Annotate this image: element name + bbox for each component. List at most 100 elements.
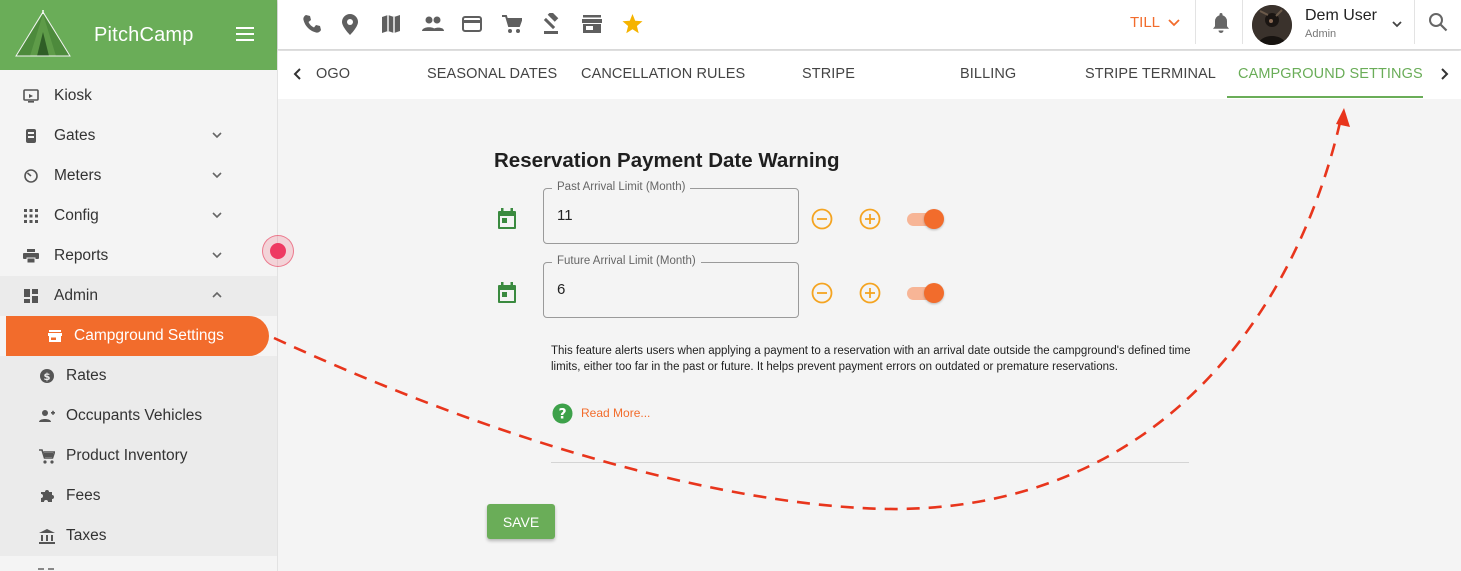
- tab-campground-settings[interactable]: CAMPGROUND SETTINGS: [1238, 66, 1423, 82]
- user-name[interactable]: Dem User: [1305, 7, 1377, 25]
- sidebar-item-admin[interactable]: Admin: [0, 276, 277, 316]
- sidebar-item-label: Admin: [54, 287, 98, 304]
- sidebar-item-label: Occupants Vehicles: [66, 407, 203, 424]
- sidebar-item-campground-settings[interactable]: Campground Settings: [6, 316, 269, 356]
- sidebar-item-label: Campground Settings: [74, 327, 224, 344]
- meters-icon: [22, 167, 40, 185]
- app-name: PitchCamp: [94, 23, 194, 46]
- map-icon[interactable]: [382, 12, 422, 36]
- toggle-knob: [924, 283, 944, 303]
- phone-icon[interactable]: [302, 12, 342, 36]
- increment-future-button[interactable]: [859, 282, 881, 304]
- increment-past-button[interactable]: [859, 208, 881, 230]
- divider: [1242, 0, 1243, 44]
- gavel-icon[interactable]: [542, 12, 582, 36]
- sidebar-nav: Kiosk Gates Meters Config Reports Admin …: [0, 76, 277, 556]
- star-icon[interactable]: [622, 12, 662, 36]
- store-icon: [46, 327, 64, 345]
- till-selector[interactable]: TILL: [1130, 14, 1180, 31]
- chevron-down-icon: [212, 212, 222, 219]
- sidebar-item-fees[interactable]: Fees: [0, 476, 277, 516]
- feature-description: This feature alerts users when applying …: [551, 345, 1191, 373]
- svg-text:$: $: [44, 372, 51, 383]
- sidebar-item-rates[interactable]: $ Rates: [0, 356, 277, 396]
- past-arrival-limit-input[interactable]: [557, 207, 777, 224]
- sidebar-item-kiosk[interactable]: Kiosk: [0, 76, 277, 116]
- svg-text:?: ?: [558, 407, 566, 423]
- sidebar-item-gates[interactable]: Gates: [0, 116, 277, 156]
- people-icon[interactable]: [422, 12, 462, 36]
- chevron-down-icon: [212, 252, 222, 259]
- chevron-right-icon[interactable]: [1436, 66, 1452, 82]
- sidebar-item-product-inventory[interactable]: Product Inventory: [0, 436, 277, 476]
- chevron-down-icon: [1168, 18, 1180, 26]
- search-icon[interactable]: [1428, 12, 1448, 32]
- tab-billing[interactable]: BILLING: [960, 66, 1016, 82]
- user-role: Admin: [1305, 28, 1337, 40]
- divider: [551, 462, 1189, 463]
- avatar[interactable]: [1252, 5, 1292, 45]
- save-button[interactable]: SAVE: [487, 504, 555, 539]
- dollar-icon: $: [38, 367, 56, 385]
- future-arrival-limit-field: Future Arrival Limit (Month): [543, 255, 799, 318]
- calendar-icon: [498, 282, 516, 303]
- store-icon[interactable]: [582, 12, 622, 36]
- sidebar-item-label: Meters: [54, 167, 102, 184]
- dashboard-icon: [22, 287, 40, 305]
- read-more-link[interactable]: Read More...: [581, 406, 650, 420]
- sidebar-item-reports[interactable]: Reports: [0, 236, 277, 276]
- more-items-indicator: [38, 568, 54, 570]
- divider: [1414, 0, 1415, 44]
- past-arrival-limit-label: Past Arrival Limit (Month): [552, 181, 691, 193]
- tab-stripe-terminal[interactable]: STRIPE TERMINAL: [1085, 66, 1216, 82]
- sidebar-item-label: Config: [54, 207, 99, 224]
- cart-icon[interactable]: [502, 12, 542, 36]
- chevron-down-icon: [212, 132, 222, 139]
- tab-logo[interactable]: OGO: [316, 66, 350, 82]
- sidebar-item-config[interactable]: Config: [0, 196, 277, 236]
- add-person-icon: [38, 407, 56, 425]
- location-pin-icon[interactable]: [342, 12, 382, 36]
- notification-bell-icon[interactable]: [1211, 12, 1231, 34]
- toggle-knob: [924, 209, 944, 229]
- decrement-past-button[interactable]: [811, 208, 833, 230]
- past-arrival-limit-field: Past Arrival Limit (Month): [543, 181, 799, 244]
- future-limit-toggle[interactable]: [907, 282, 947, 304]
- tab-cancellation-rules[interactable]: CANCELLATION RULES: [581, 66, 745, 82]
- help-icon[interactable]: ?: [552, 403, 573, 424]
- sidebar-item-meters[interactable]: Meters: [0, 156, 277, 196]
- kiosk-icon: [22, 87, 40, 105]
- settings-tabs: OGO SEASONAL DATES CANCELLATION RULES ST…: [278, 51, 1461, 99]
- tent-logo-icon[interactable]: [12, 10, 74, 60]
- gates-icon: [22, 127, 40, 145]
- decrement-future-button[interactable]: [811, 282, 833, 304]
- tab-seasonal-dates[interactable]: SEASONAL DATES: [427, 66, 557, 82]
- puzzle-icon: [38, 487, 56, 505]
- calendar-icon: [498, 208, 516, 229]
- printer-icon: [22, 247, 40, 265]
- chevron-down-icon[interactable]: [1390, 17, 1404, 31]
- active-tab-indicator: [1227, 96, 1423, 98]
- section-title: Reservation Payment Date Warning: [494, 149, 840, 172]
- sidebar-item-occupants-vehicles[interactable]: Occupants Vehicles: [0, 396, 277, 436]
- credit-card-icon[interactable]: [462, 12, 502, 36]
- chevron-up-icon: [212, 291, 222, 298]
- hamburger-menu-icon[interactable]: [234, 23, 256, 45]
- click-marker-dot: [270, 243, 286, 259]
- chevron-left-icon[interactable]: [290, 66, 306, 82]
- sidebar-item-label: Gates: [54, 127, 96, 144]
- sidebar-item-taxes[interactable]: Taxes: [0, 516, 277, 556]
- sidebar-item-label: Kiosk: [54, 87, 92, 104]
- sidebar-item-label: Fees: [66, 487, 101, 504]
- sidebar-item-label: Reports: [54, 247, 109, 264]
- sidebar: PitchCamp Kiosk Gates Meters Config Repo…: [0, 0, 278, 571]
- click-marker: [262, 235, 294, 267]
- tab-stripe[interactable]: STRIPE: [802, 66, 855, 82]
- chevron-down-icon: [212, 172, 222, 179]
- future-arrival-limit-label: Future Arrival Limit (Month): [552, 255, 701, 267]
- past-limit-toggle[interactable]: [907, 208, 947, 230]
- sidebar-item-label: Rates: [66, 367, 107, 384]
- config-icon: [22, 207, 40, 225]
- bank-icon: [38, 527, 56, 545]
- future-arrival-limit-input[interactable]: [557, 281, 777, 298]
